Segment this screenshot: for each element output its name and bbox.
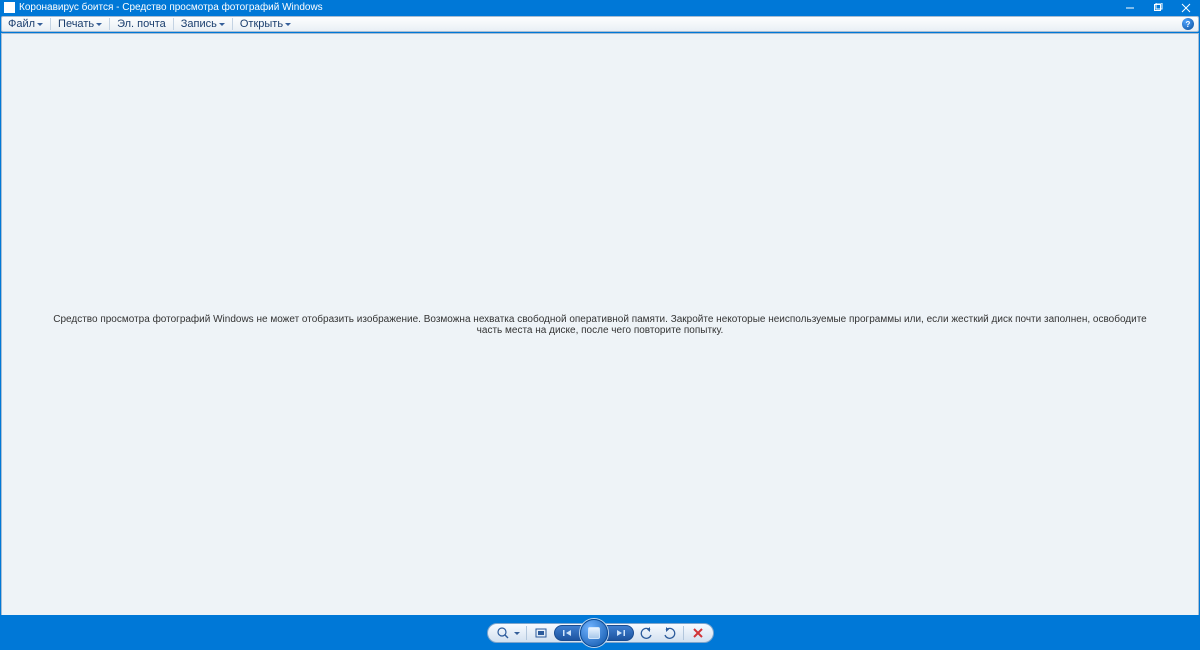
bottom-toolbar — [0, 615, 1200, 650]
control-separator — [683, 626, 684, 640]
error-message: Средство просмотра фотографий Windows не… — [42, 314, 1158, 336]
window-title: Коронавирус боится - Средство просмотра … — [19, 2, 323, 13]
app-icon — [4, 2, 15, 13]
rotate-ccw-button[interactable] — [636, 625, 658, 641]
slideshow-icon — [588, 627, 600, 639]
image-viewport: Средство просмотра фотографий Windows не… — [1, 33, 1199, 615]
rotate-cw-button[interactable] — [658, 625, 680, 641]
menu-separator — [173, 18, 174, 30]
menu-separator — [50, 18, 51, 30]
menu-print-label: Печать — [58, 18, 94, 30]
menu-burn[interactable]: Запись — [175, 17, 231, 31]
menu-file-label: Файл — [8, 18, 35, 30]
rotate-cw-icon — [662, 626, 676, 640]
menu-open[interactable]: Открыть — [234, 17, 297, 31]
menu-separator — [109, 18, 110, 30]
close-icon — [1181, 3, 1191, 13]
viewer-controls — [487, 623, 714, 643]
close-button[interactable] — [1172, 0, 1200, 15]
menu-file[interactable]: Файл — [2, 17, 49, 31]
help-icon: ? — [1186, 20, 1191, 29]
delete-button[interactable] — [687, 625, 709, 641]
menu-separator — [232, 18, 233, 30]
chevron-down-icon — [37, 23, 43, 26]
previous-button[interactable] — [554, 625, 582, 641]
next-icon — [613, 628, 627, 638]
chevron-down-icon — [285, 23, 291, 26]
fit-window-button[interactable] — [530, 625, 552, 641]
previous-icon — [561, 628, 575, 638]
menu-email[interactable]: Эл. почта — [111, 17, 172, 31]
control-separator — [526, 626, 527, 640]
titlebar: Коронавирус боится - Средство просмотра … — [0, 0, 1200, 15]
fit-window-icon — [534, 626, 548, 640]
menubar: Файл Печать Эл. почта Запись Открыть ? — [1, 16, 1199, 32]
menu-email-label: Эл. почта — [117, 18, 166, 30]
maximize-icon — [1153, 3, 1163, 13]
next-button[interactable] — [606, 625, 634, 641]
menu-print[interactable]: Печать — [52, 17, 108, 31]
zoom-button[interactable] — [492, 625, 514, 641]
chevron-down-icon — [219, 23, 225, 26]
minimize-button[interactable] — [1116, 0, 1144, 15]
maximize-button[interactable] — [1144, 0, 1172, 15]
menu-open-label: Открыть — [240, 18, 283, 30]
chevron-down-icon — [96, 23, 102, 26]
minimize-icon — [1125, 3, 1135, 13]
rotate-ccw-icon — [640, 626, 654, 640]
slideshow-button[interactable] — [580, 619, 608, 647]
menu-burn-label: Запись — [181, 18, 217, 30]
help-button[interactable]: ? — [1182, 18, 1194, 30]
chevron-down-icon — [514, 632, 520, 635]
magnifier-icon — [496, 626, 510, 640]
delete-icon — [692, 627, 704, 639]
